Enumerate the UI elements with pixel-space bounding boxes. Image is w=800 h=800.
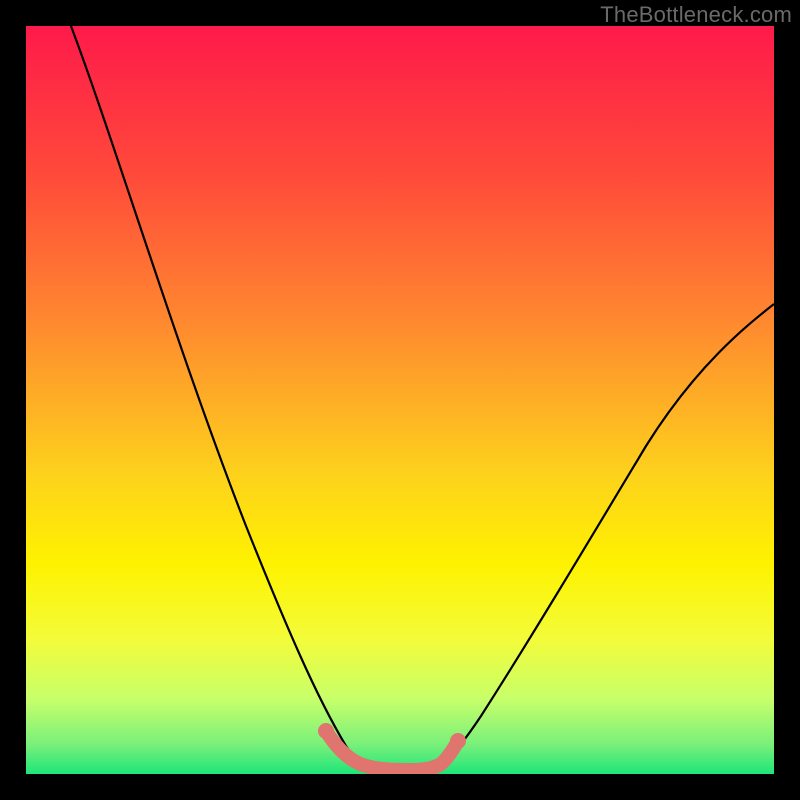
chart-frame (26, 26, 774, 774)
highlight-end-dot (450, 733, 466, 749)
watermark-text: TheBottleneck.com (600, 2, 792, 28)
highlight-start-dot (318, 723, 334, 739)
bottleneck-chart-svg (26, 26, 774, 774)
gradient-background (26, 26, 774, 774)
